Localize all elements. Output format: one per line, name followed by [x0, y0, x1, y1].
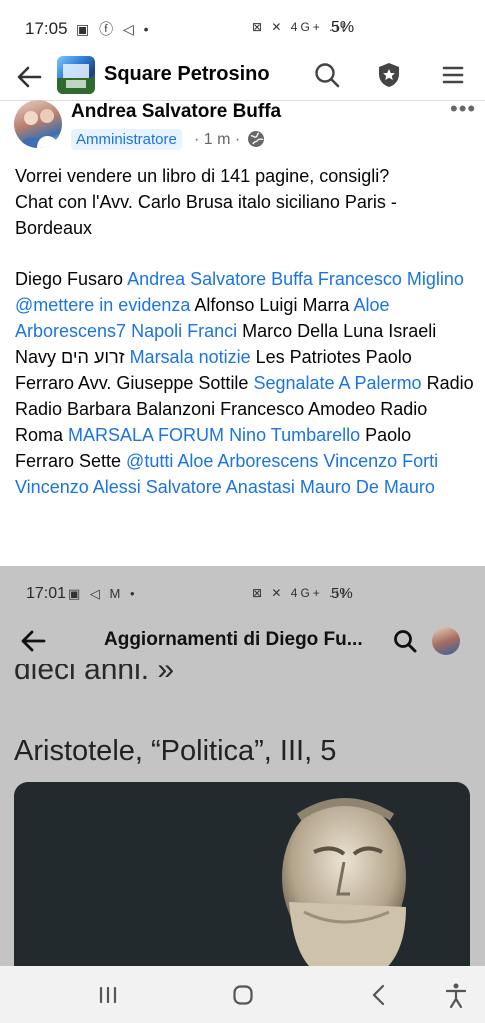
tag-link[interactable]: Francesco Miglino	[318, 269, 464, 289]
post-line: Vorrei vendere un libro di 141 pagine, c…	[15, 166, 390, 186]
tag-link[interactable]: Napoli Franci	[131, 321, 237, 341]
embedded-avatar	[432, 627, 460, 655]
tag-link[interactable]: MARSALA FORUM	[68, 425, 224, 445]
status-bar: 17:05 ▣ ⓕ ◁ • ⊠ ✕ 4G+ .ıl 5%	[0, 0, 485, 56]
post-author[interactable]: Andrea Salvatore Buffa	[71, 101, 281, 123]
tag-text: Diego Fusaro	[15, 269, 128, 289]
tag-text: Alfonso Luigi Marra	[190, 295, 354, 315]
tag-link[interactable]: Segnalate A Palermo	[253, 373, 421, 393]
post-image[interactable]: 17:01 ▣ ◁ M • ⊠ ✕ 4G+ .ıl 5% Aggiornamen…	[0, 566, 485, 966]
tagged-people: Diego Fusaro Andrea Salvatore Buffa Fran…	[15, 266, 475, 500]
more-options-icon[interactable]: •••	[450, 96, 476, 122]
notification-icons: ▣ ⓕ ◁ •	[76, 21, 152, 37]
embedded-clipped-text: dieci anni. »	[14, 664, 175, 682]
menu-icon[interactable]	[438, 60, 468, 90]
status-time: 17:05	[25, 19, 68, 38]
embedded-back-icon	[21, 630, 46, 652]
author-avatar[interactable]	[14, 100, 62, 148]
embedded-status-time: 17:01	[26, 585, 67, 602]
back-arrow-icon[interactable]	[14, 62, 44, 92]
embedded-search-icon	[394, 630, 417, 653]
group-header: Square Petrosino	[0, 56, 485, 101]
tag-link[interactable]: @mettere in evidenza	[15, 295, 190, 315]
globe-icon	[248, 131, 264, 147]
group-thumbnail[interactable]	[57, 56, 95, 94]
group-title: Square Petrosino	[104, 63, 270, 85]
post-time[interactable]: · 1 m ·	[194, 131, 240, 149]
aristotle-bust-image	[14, 782, 470, 966]
shield-star-icon[interactable]	[374, 60, 404, 90]
post-body: Vorrei vendere un libro di 141 pagine, c…	[15, 163, 475, 241]
embedded-quote: Aristotele, “Politica”, III, 5	[14, 735, 337, 767]
post-line: Chat con l'Avv. Carlo Brusa italo sicili…	[15, 192, 397, 212]
search-icon[interactable]	[312, 60, 342, 90]
post-line: Bordeaux	[15, 218, 93, 238]
admin-badge: Amministratore	[71, 129, 182, 150]
battery-level: 5%	[331, 19, 355, 36]
accessibility-icon[interactable]	[441, 980, 471, 1010]
embedded-title: Aggiornamenti di Diego Fu...	[104, 629, 363, 650]
home-icon[interactable]	[228, 980, 258, 1010]
system-nav-bar	[0, 966, 485, 1023]
tag-link[interactable]: Nino Tumbarello	[229, 425, 360, 445]
embedded-notification-icons: ▣ ◁ M •	[68, 586, 138, 601]
recent-apps-icon[interactable]	[93, 980, 123, 1010]
embedded-battery: 5%	[331, 585, 353, 602]
tag-link[interactable]: Andrea Salvatore Buffa	[127, 269, 313, 289]
back-icon[interactable]	[364, 980, 394, 1010]
tag-link[interactable]: Marsala notizie	[130, 347, 251, 367]
